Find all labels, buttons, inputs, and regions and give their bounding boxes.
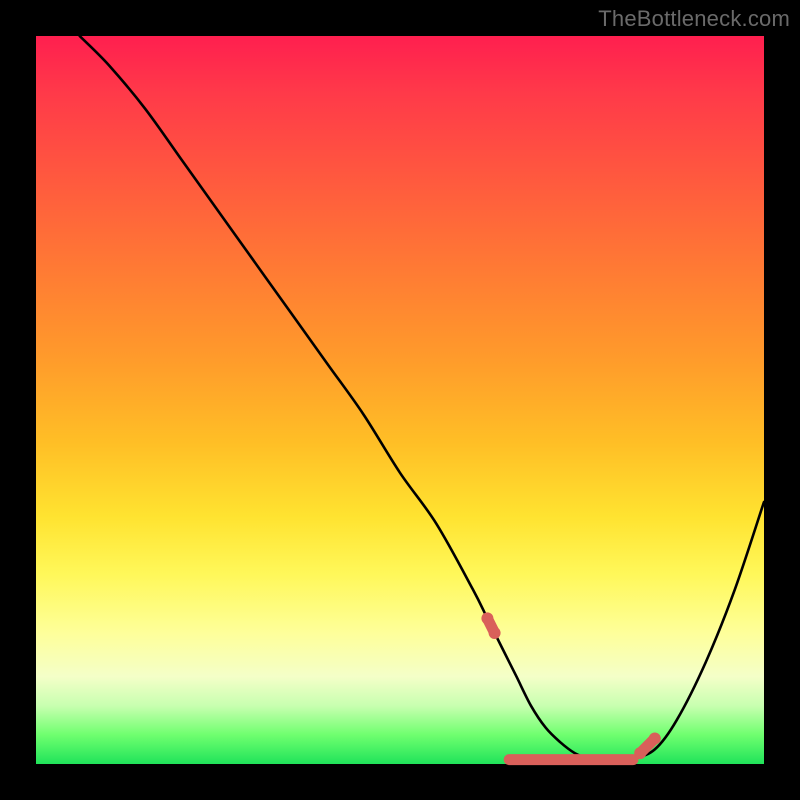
highlight-left-dot-stroke (487, 618, 494, 633)
outer-frame: TheBottleneck.com (0, 0, 800, 800)
watermark-text: TheBottleneck.com (598, 6, 790, 32)
bottleneck-curve-svg (36, 36, 764, 764)
highlight-group (481, 612, 660, 759)
bottleneck-curve-path (80, 36, 764, 761)
plot-gradient-area (36, 36, 764, 764)
